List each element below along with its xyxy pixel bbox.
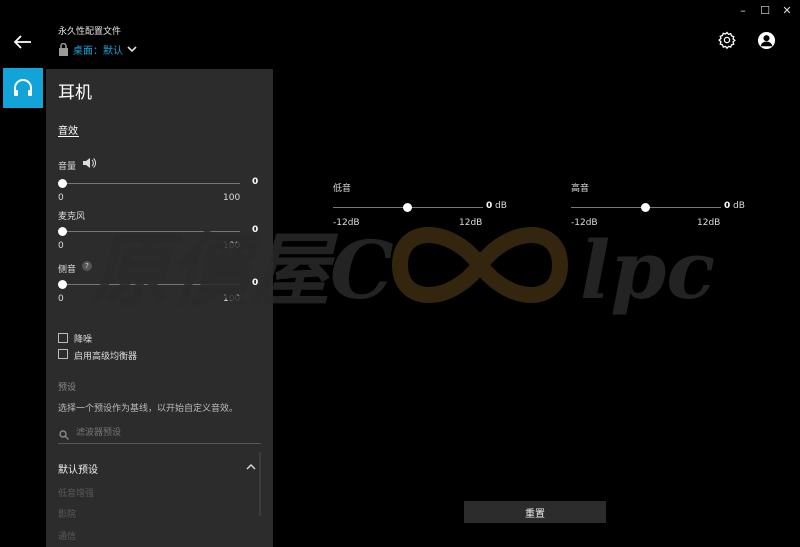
lock-icon: [59, 42, 68, 56]
treble-min: -12dB: [571, 218, 598, 228]
speaker-icon: [83, 158, 96, 168]
advanced-eq-checkbox[interactable]: [58, 349, 68, 359]
chevron-up-icon[interactable]: [246, 463, 256, 470]
page-title: 耳机: [58, 83, 92, 103]
reset-button[interactable]: 重置: [464, 501, 606, 523]
treble-unit: dB: [733, 201, 745, 211]
preset-hint: 选择一个预设作为基线，以开始自定义音效。: [58, 404, 239, 414]
gear-icon: [718, 31, 736, 50]
sidebar-item-headphones[interactable]: [3, 68, 43, 108]
settings-button[interactable]: [718, 31, 736, 53]
volume-label: 音量: [58, 162, 77, 172]
search-icon: [59, 430, 69, 440]
volume-value: 0: [252, 177, 259, 187]
bass-value: 0: [486, 201, 493, 211]
minimize-button[interactable]: –: [736, 4, 750, 17]
svg-text:原價屋C: 原價屋C: [90, 223, 394, 317]
tab-underline: [58, 136, 79, 137]
volume-min: 0: [58, 193, 64, 203]
treble-max: 12dB: [697, 218, 721, 228]
preset-item[interactable]: 通信: [58, 529, 76, 542]
treble-slider-handle[interactable]: [641, 203, 650, 212]
back-button[interactable]: [12, 34, 32, 54]
bass-unit: dB: [495, 201, 507, 211]
preset-heading: 预设: [58, 383, 77, 393]
treble-value: 0: [724, 201, 731, 211]
svg-text:lpc: lpc: [580, 223, 715, 317]
chevron-down-icon: [127, 46, 137, 53]
search-underline: [58, 443, 261, 444]
volume-slider[interactable]: [62, 183, 240, 184]
tab-sound-effects[interactable]: 音效: [58, 122, 78, 137]
watermark-logo: 原價屋C lpc: [90, 223, 715, 317]
arrow-left-icon: [13, 35, 31, 49]
profile-name: 桌面：默认: [73, 45, 123, 57]
account-button[interactable]: [757, 31, 776, 54]
bass-slider-handle[interactable]: [403, 203, 412, 212]
volume-slider-handle[interactable]: [58, 179, 67, 188]
bass-label: 低音: [333, 184, 352, 194]
maximize-button[interactable]: ☐: [758, 4, 772, 17]
default-presets-header[interactable]: 默认预设: [58, 461, 98, 476]
noise-reduction-label: 降噪: [74, 335, 93, 345]
bass-max: 12dB: [459, 218, 483, 228]
profile-type-label: 永久性配置文件: [58, 27, 122, 37]
user-icon: [757, 31, 776, 50]
preset-scrollbar[interactable]: [259, 452, 261, 516]
bass-min: -12dB: [333, 218, 360, 228]
profile-selector[interactable]: 桌面：默认: [58, 41, 137, 57]
preset-item[interactable]: 低音增强: [58, 486, 94, 499]
preset-search-input[interactable]: [76, 426, 256, 440]
close-button[interactable]: ✕: [780, 4, 794, 17]
advanced-eq-label: 启用高级均衡器: [74, 352, 138, 362]
preset-item[interactable]: 影院: [58, 507, 76, 520]
noise-reduction-checkbox[interactable]: [58, 333, 68, 343]
headphones-icon: [14, 79, 32, 96]
treble-label: 高音: [571, 184, 590, 194]
volume-max: 100: [223, 193, 241, 203]
